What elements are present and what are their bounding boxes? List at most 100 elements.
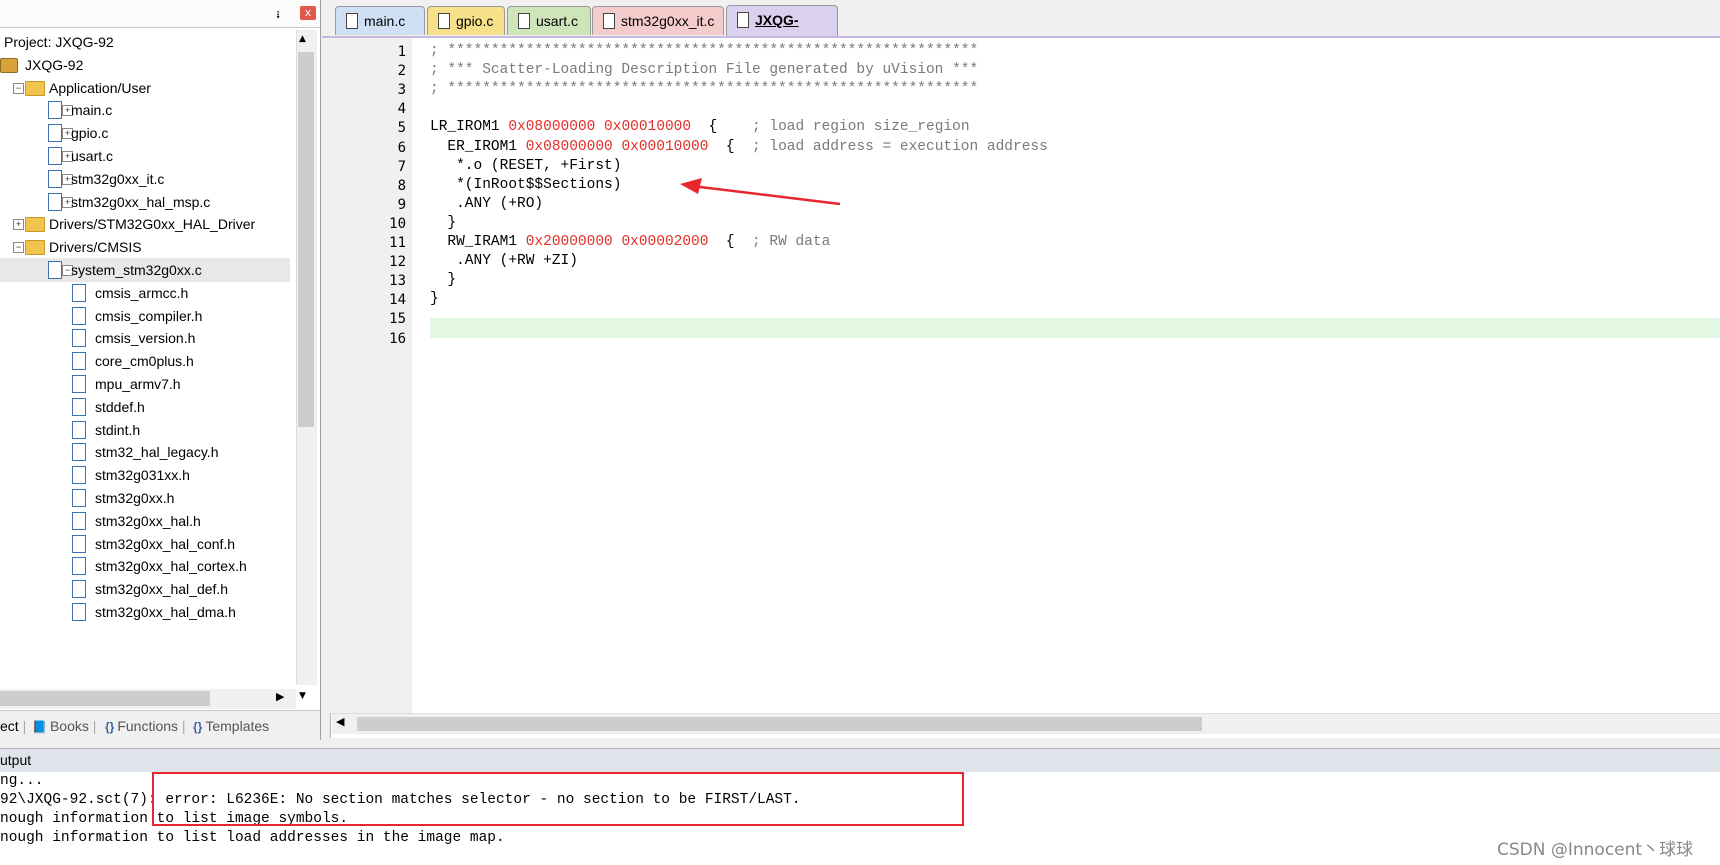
editor-tab-main-c[interactable]: main.c	[335, 6, 425, 35]
output-panel-header: utput	[0, 748, 1720, 773]
panel-tab-books[interactable]: 📘 Books |	[32, 718, 96, 734]
tree-item[interactable]: stm32_hal_legacy.h	[0, 440, 290, 464]
panel-tab-ect[interactable]: ect |	[0, 718, 26, 734]
tree-item[interactable]: stm32g0xx.h	[0, 486, 290, 510]
line-number: 11	[389, 235, 406, 251]
code-line[interactable]: ER_IROM1 0x08000000 0x00010000 { ; load …	[430, 138, 1047, 155]
tree-item[interactable]: stm32g0xx_hal_cortex.h	[0, 554, 290, 578]
panel-tab-templates[interactable]: {} Templates	[193, 718, 269, 734]
tree-item-label: cmsis_armcc.h	[95, 284, 189, 301]
tree-item[interactable]: stm32g0xx_hal_dma.h	[0, 600, 290, 624]
tree-item[interactable]: cmsis_compiler.h	[0, 304, 290, 328]
tree-item[interactable]: stddef.h	[0, 395, 290, 419]
tree-horizontal-scrollbar[interactable]: ▶	[0, 689, 296, 709]
editor-tab-stm32g0xx-it-c[interactable]: stm32g0xx_it.c	[592, 6, 724, 35]
collapse-icon[interactable]: −	[13, 82, 24, 94]
current-line-highlight	[430, 318, 1720, 338]
file-icon	[72, 557, 86, 576]
pin-icon[interactable]: ⭭	[276, 6, 280, 27]
tree-item[interactable]: + Drivers/STM32G0xx_HAL_Driver	[0, 212, 290, 236]
tree-item[interactable]: stm32g0xx_hal.h	[0, 509, 290, 533]
panel-tab-functions[interactable]: {} Functions |	[105, 718, 186, 734]
editor-hscroll-thumb[interactable]	[357, 717, 1202, 731]
editor-tab-gpio-c[interactable]: gpio.c	[427, 6, 505, 35]
tree-item[interactable]: + usart.c	[0, 144, 290, 168]
editor-tab-usart-c[interactable]: usart.c	[507, 6, 591, 35]
code-line[interactable]: ; *** Scatter-Loading Description File g…	[430, 62, 978, 78]
tree-item-label: gpio.c	[71, 125, 109, 142]
code-line[interactable]: RW_IRAM1 0x20000000 0x00002000 { ; RW da…	[430, 234, 830, 250]
code-token: {	[691, 119, 752, 136]
tree-item[interactable]: cmsis_armcc.h	[0, 281, 290, 305]
tree-item-label: stdint.h	[95, 421, 141, 438]
tree-item[interactable]: stdint.h	[0, 418, 290, 442]
tree-item-label: Drivers/CMSIS	[49, 239, 142, 256]
scroll-right-icon[interactable]: ▶	[276, 690, 284, 703]
tree-hscroll-thumb[interactable]	[0, 691, 210, 706]
tree-item-label: core_cm0plus.h	[95, 353, 194, 370]
code-line[interactable]: *(InRoot$$Sections)	[430, 177, 621, 193]
tree-item[interactable]: − system_stm32g0xx.c	[0, 258, 290, 282]
scroll-down-icon[interactable]: ▼	[299, 691, 306, 701]
code-token: }	[430, 272, 457, 289]
tree-item[interactable]: + gpio.c	[0, 121, 290, 145]
file-icon	[72, 534, 86, 553]
tree-item[interactable]: − Application/User	[0, 76, 290, 100]
tree-item[interactable]: cmsis_version.h	[0, 326, 290, 350]
editor-tab-label: stm32g0xx_it.c	[621, 13, 715, 29]
file-icon	[72, 306, 86, 325]
code-line[interactable]: }	[430, 272, 456, 288]
tree-item[interactable]: stm32g0xx_hal_conf.h	[0, 532, 290, 556]
expand-icon[interactable]: +	[13, 219, 24, 231]
file-icon	[48, 169, 62, 188]
code-line[interactable]: ; **************************************…	[430, 81, 978, 97]
editor-tab-jxqg-92-sct[interactable]: JXQG-92.sct	[726, 5, 838, 56]
collapse-icon[interactable]: −	[13, 242, 24, 254]
tab-separator: |	[178, 718, 186, 734]
close-icon[interactable]: x	[300, 6, 316, 20]
code-line[interactable]: LR_IROM1 0x08000000 0x00010000 { ; load …	[430, 119, 970, 135]
code-line[interactable]: }	[430, 215, 456, 231]
file-icon	[72, 580, 86, 599]
tree-item[interactable]: + stm32g0xx_hal_msp.c	[0, 190, 290, 214]
file-icon	[72, 466, 86, 485]
code-token: {	[708, 234, 752, 250]
tree-item[interactable]: stm32g031xx.h	[0, 463, 290, 487]
tree-item[interactable]: stm32g0xx_hal_def.h	[0, 577, 290, 601]
output-line: ng...	[0, 773, 44, 789]
scroll-left-icon[interactable]: ◀	[336, 715, 344, 728]
tree-item[interactable]: mpu_armv7.h	[0, 372, 290, 396]
tree-item-label: stm32g0xx_hal_conf.h	[95, 535, 236, 552]
tree-item[interactable]: + main.c	[0, 98, 290, 122]
tree-scroll-thumb[interactable]	[298, 52, 314, 427]
file-icon	[72, 397, 86, 416]
tree-item[interactable]: core_cm0plus.h	[0, 349, 290, 373]
code-line[interactable]: }	[430, 291, 439, 307]
tree-item[interactable]: + stm32g0xx_it.c	[0, 167, 290, 191]
file-icon	[438, 13, 450, 29]
code-line[interactable]: ; **************************************…	[430, 43, 978, 59]
line-number: 15	[389, 311, 406, 328]
tree-item[interactable]: − Drivers/CMSIS	[0, 235, 290, 259]
code-token: 0x00010000	[621, 138, 709, 155]
code-line[interactable]: *.o (RESET, +First)	[430, 158, 621, 174]
code-token: LR_IROM1	[430, 119, 509, 136]
code-line[interactable]: .ANY (+RO)	[430, 196, 543, 212]
code-line[interactable]: .ANY (+RW +ZI)	[430, 253, 578, 269]
project-tree: Project: JXQG-92 JXQG-92 − Application/User…	[0, 30, 296, 685]
line-number: 16	[389, 330, 406, 347]
panel-tab-label: Functions	[117, 718, 179, 734]
output-line: nough information to list load addresses…	[0, 830, 505, 846]
tree-item[interactable]: JXQG-92	[0, 53, 290, 77]
tree-item-label: Application/User	[49, 79, 151, 96]
code-token: .ANY (+RW +ZI)	[430, 253, 578, 270]
editor-tab-label: main.c	[364, 13, 406, 29]
tree-item[interactable]: Project: JXQG-92	[0, 30, 290, 54]
output-title: utput	[0, 752, 32, 768]
scroll-up-icon[interactable]: ▲	[299, 34, 306, 44]
file-icon	[72, 375, 86, 393]
code-token: }	[430, 214, 457, 231]
code-token: 0x08000000	[508, 119, 596, 136]
file-icon	[72, 489, 86, 507]
